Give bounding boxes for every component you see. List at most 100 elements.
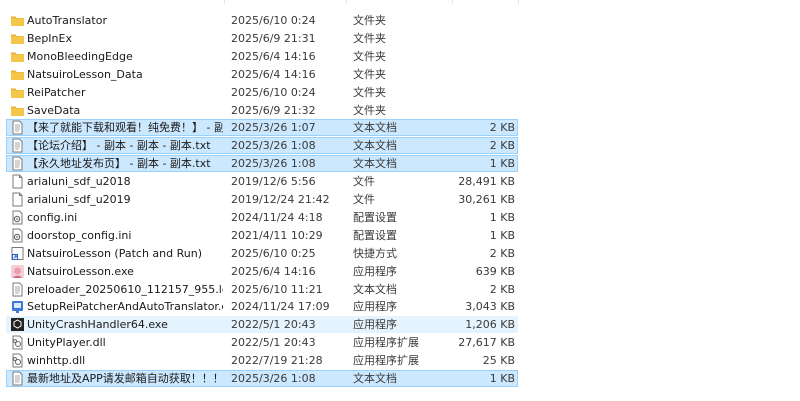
file-row[interactable]: config.ini 2024/11/24 4:18 配置设置 1 KB (6, 209, 518, 226)
file-size (443, 67, 515, 82)
file-name: preloader_20250610_112157_955.log (27, 283, 223, 296)
file-type: 文件夹 (353, 104, 386, 117)
file-size: 2 KB (489, 283, 515, 296)
file-date-modified: 2019/12/6 5:56 (231, 175, 316, 188)
file-date-modified: 2022/7/19 21:28 (231, 354, 323, 367)
file-row[interactable]: NatsuiroLesson_Data 2025/6/4 14:16 文件夹 (6, 66, 518, 83)
setup-exe-icon (10, 299, 25, 314)
column-separator[interactable] (518, 0, 519, 4)
file-row[interactable]: UnityPlayer.dll 2022/5/1 20:43 应用程序扩展 27,61… (6, 334, 518, 351)
file-row[interactable]: 【论坛介绍】 - 副本 - 副本 - 副本.txt 2025/3/26 1:08 文… (6, 137, 518, 154)
file-type: 文件夹 (353, 14, 386, 27)
file-size: 1 KB (489, 211, 515, 224)
file-row[interactable]: arialuni_sdf_u2018 2019/12/6 5:56 文件 28,491… (6, 173, 518, 190)
file-type: 文件夹 (353, 68, 386, 81)
file-date-modified: 2025/3/26 1:08 (231, 157, 316, 170)
file-type: 文件夹 (353, 86, 386, 99)
file-type: 快捷方式 (353, 247, 397, 260)
file-type: 应用程序扩展 (353, 354, 419, 367)
file-row[interactable]: winhttp.dll 2022/7/19 21:28 应用程序扩展 25 KB (6, 352, 518, 369)
file-size (443, 49, 515, 64)
file-date-modified: 2025/6/10 0:24 (231, 14, 316, 27)
file-name: 最新地址及APP请发邮箱自动获取！！！... (27, 372, 223, 385)
file-name: config.ini (27, 211, 78, 224)
file-size: 3,043 KB (465, 300, 515, 313)
text-file-icon (10, 120, 25, 135)
column-separator[interactable] (224, 0, 225, 4)
file-name: 【永久地址发布页】 - 副本 - 副本.txt (27, 157, 211, 170)
file-name: 【论坛介绍】 - 副本 - 副本 - 副本.txt (27, 139, 211, 152)
column-separator[interactable] (346, 0, 347, 4)
file-date-modified: 2025/3/26 1:08 (231, 372, 316, 385)
file-type: 配置设置 (353, 211, 397, 224)
file-type: 应用程序扩展 (353, 336, 419, 349)
file-size: 27,617 KB (458, 336, 515, 349)
file-date-modified: 2019/12/24 21:42 (231, 193, 330, 206)
file-type: 文本文档 (353, 121, 397, 134)
file-type: 文本文档 (353, 283, 397, 296)
file-row[interactable]: NatsuiroLesson.exe 2025/6/4 14:16 应用程序 639 … (6, 263, 518, 280)
file-row[interactable]: preloader_20250610_112157_955.log 2025/6/… (6, 281, 518, 298)
file-type: 文件夹 (353, 32, 386, 45)
text-file-icon (10, 156, 25, 171)
unity-exe-icon (10, 317, 25, 332)
file-row[interactable]: NatsuiroLesson (Patch and Run) 2025/6/10 … (6, 245, 518, 262)
file-name: 【来了就能下载和观看！纯免费！】 - 副... (27, 121, 223, 134)
file-name: SetupReiPatcherAndAutoTranslator.exe (27, 300, 223, 313)
file-row[interactable]: UnityCrashHandler64.exe 2022/5/1 20:43 应用程… (6, 316, 518, 333)
config-file-icon (10, 228, 25, 243)
file-list: AutoTranslator 2025/6/10 0:24 文件夹 BepInEx 20… (0, 0, 800, 401)
file-date-modified: 2025/6/4 14:16 (231, 265, 316, 278)
file-size: 1 KB (489, 229, 515, 242)
file-name: arialuni_sdf_u2019 (27, 193, 131, 206)
file-size: 2 KB (489, 139, 515, 152)
file-date-modified: 2025/6/4 14:16 (231, 50, 316, 63)
file-row[interactable]: ReiPatcher 2025/6/10 0:24 文件夹 (6, 84, 518, 101)
shortcut-icon (10, 246, 25, 261)
file-name: BepInEx (27, 32, 72, 45)
file-name: MonoBleedingEdge (27, 50, 133, 63)
file-row[interactable]: SetupReiPatcherAndAutoTranslator.exe 2024… (6, 298, 518, 315)
file-type: 文本文档 (353, 157, 397, 170)
file-row[interactable]: BepInEx 2025/6/9 21:31 文件夹 (6, 30, 518, 47)
file-name: NatsuiroLesson (Patch and Run) (27, 247, 202, 260)
file-size (443, 85, 515, 100)
file-size: 639 KB (475, 265, 515, 278)
text-file-icon (10, 138, 25, 153)
file-row[interactable]: doorstop_config.ini 2021/4/11 10:29 配置设置 1 … (6, 227, 518, 244)
file-size (443, 13, 515, 28)
column-separator[interactable] (452, 0, 453, 4)
file-date-modified: 2025/6/10 0:25 (231, 247, 316, 260)
file-type: 文件夹 (353, 50, 386, 63)
column-header-strip[interactable] (0, 0, 520, 4)
file-size: 25 KB (482, 354, 515, 367)
file-name: AutoTranslator (27, 14, 107, 27)
file-date-modified: 2025/6/4 14:16 (231, 68, 316, 81)
file-row[interactable]: 【永久地址发布页】 - 副本 - 副本.txt 2025/3/26 1:08 文本文… (6, 155, 518, 172)
blank-file-icon (10, 174, 25, 189)
file-size: 28,491 KB (458, 175, 515, 188)
file-type: 文件 (353, 175, 375, 188)
file-size (443, 103, 515, 118)
file-type: 配置设置 (353, 229, 397, 242)
file-row[interactable]: 【来了就能下载和观看！纯免费！】 - 副... 2025/3/26 1:07 文本文… (6, 119, 518, 136)
blank-file-icon (10, 192, 25, 207)
file-date-modified: 2025/6/10 0:24 (231, 86, 316, 99)
file-size: 1,206 KB (465, 318, 515, 331)
file-size: 30,261 KB (458, 193, 515, 206)
file-row[interactable]: arialuni_sdf_u2019 2019/12/24 21:42 文件 30,2… (6, 191, 518, 208)
file-row[interactable]: MonoBleedingEdge 2025/6/4 14:16 文件夹 (6, 48, 518, 65)
file-name: UnityCrashHandler64.exe (27, 318, 168, 331)
dll-file-icon (10, 353, 25, 368)
folder-icon (10, 103, 25, 118)
file-size: 1 KB (489, 372, 515, 385)
file-name: NatsuiroLesson.exe (27, 265, 134, 278)
folder-icon (10, 67, 25, 82)
file-row[interactable]: AutoTranslator 2025/6/10 0:24 文件夹 (6, 12, 518, 29)
game-exe-icon (10, 264, 25, 279)
file-row[interactable]: 最新地址及APP请发邮箱自动获取！！！... 2025/3/26 1:08 文本文档… (6, 370, 518, 387)
file-name: NatsuiroLesson_Data (27, 68, 143, 81)
file-type: 文本文档 (353, 139, 397, 152)
file-row[interactable]: SaveData 2025/6/9 21:32 文件夹 (6, 102, 518, 119)
text-file-icon (10, 282, 25, 297)
